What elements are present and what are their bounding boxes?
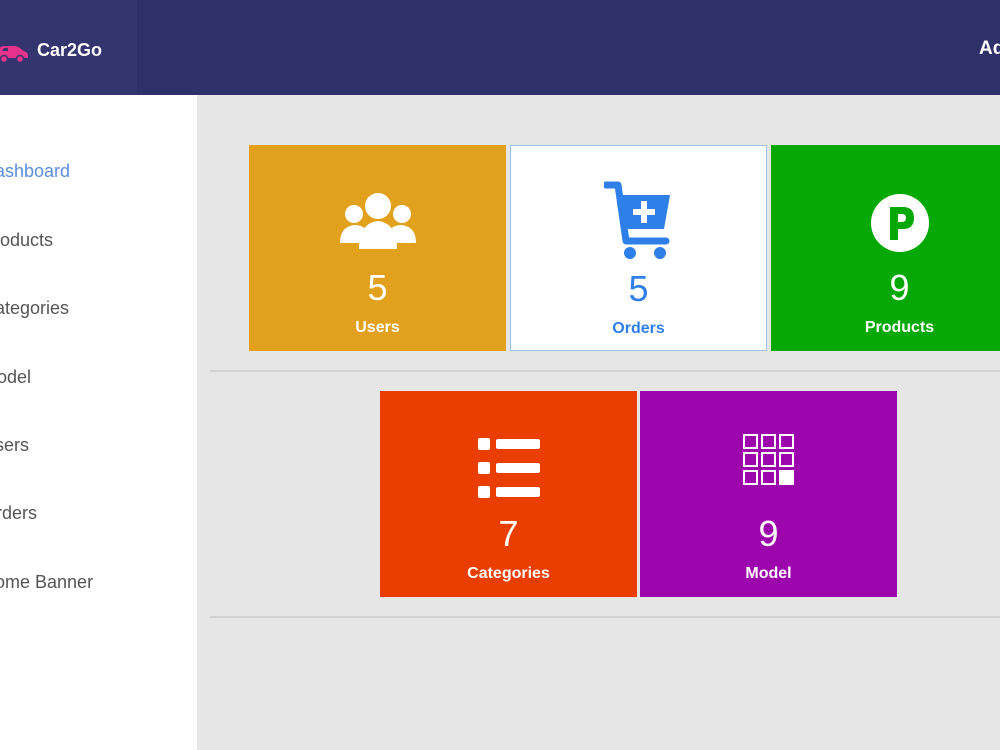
- tile-orders[interactable]: 5 Orders: [510, 145, 767, 351]
- tile-categories-label: Categories: [467, 565, 550, 582]
- tile-model[interactable]: 9 Model: [640, 391, 897, 597]
- brand-name: Car2Go: [37, 40, 103, 60]
- tile-categories-count: 7: [498, 513, 519, 554]
- tile-categories[interactable]: 7 Categories: [380, 391, 637, 597]
- brand[interactable]: Car2Go: [0, 0, 137, 95]
- grid-icon: [743, 434, 794, 485]
- divider: [210, 370, 1000, 372]
- sidebar-item-home-banner[interactable]: Home Banner: [0, 572, 93, 593]
- car-icon: [0, 46, 28, 64]
- sidebar-item-dashboard[interactable]: Dashboard: [0, 161, 70, 182]
- tile-orders-count: 5: [628, 268, 649, 309]
- divider: [210, 616, 1000, 618]
- top-header: Car2Go Admin: [0, 0, 1000, 95]
- users-icon: [339, 193, 416, 249]
- tile-products[interactable]: 9 Products: [771, 145, 1000, 351]
- tile-model-label: Model: [745, 565, 792, 582]
- tile-users-count: 5: [367, 267, 388, 308]
- tile-products-label: Products: [864, 319, 935, 336]
- admin-menu[interactable]: Admin: [979, 38, 1000, 60]
- cart-plus-icon: [603, 181, 670, 259]
- tile-users-label: Users: [355, 319, 400, 336]
- sidebar: Dashboard Products Categories Model User…: [0, 95, 197, 750]
- tile-users[interactable]: 5 Users: [249, 145, 506, 351]
- sidebar-item-products[interactable]: Products: [0, 230, 53, 251]
- tile-model-count: 9: [758, 513, 779, 554]
- sidebar-item-model[interactable]: Model: [0, 367, 31, 388]
- list-icon: [477, 438, 540, 498]
- tile-orders-label: Orders: [612, 320, 665, 337]
- sidebar-item-users[interactable]: Users: [0, 435, 29, 456]
- product-p-icon: [870, 194, 929, 252]
- sidebar-item-orders[interactable]: Orders: [0, 503, 37, 524]
- tile-products-count: 9: [889, 267, 910, 308]
- sidebar-item-categories[interactable]: Categories: [0, 298, 69, 319]
